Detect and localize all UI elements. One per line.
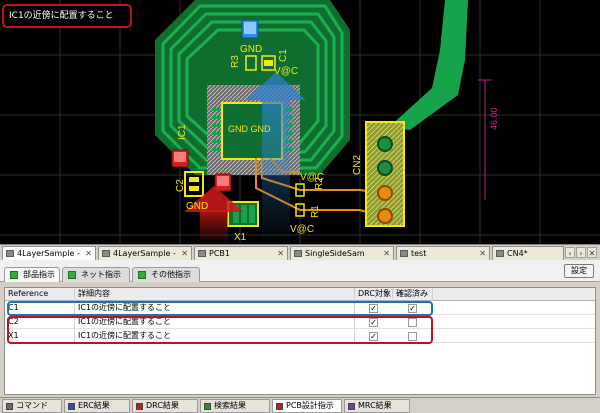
label-gnd-bottom: GND	[186, 201, 208, 212]
tab-close-button[interactable]: ✕	[587, 247, 597, 258]
tab-parts-instruction[interactable]: 部品指示	[4, 267, 60, 282]
drc-checkbox[interactable]	[369, 318, 378, 327]
doc-tab-cn4[interactable]: CN4*	[492, 246, 564, 260]
tab-command[interactable]: コマンド	[2, 399, 62, 413]
drc-icon	[136, 403, 143, 410]
cn2-pin-4	[377, 208, 393, 224]
close-icon[interactable]: ✕	[277, 247, 284, 260]
label-c2: C2	[175, 179, 186, 192]
label-cn2: CN2	[352, 155, 363, 175]
document-tab-bar: 4LayerSample - ✕ 4LayerSample - ✕ PCB1 ✕…	[0, 244, 600, 260]
table-row[interactable]: C1 IC1の近傍に配置すること	[5, 302, 595, 315]
output-panel-tabs: コマンド ERC結果 DRC結果 検索結果 PCB設計指示 MRC結果	[0, 397, 600, 413]
doc-tab-singlesidesample[interactable]: SingleSideSam ✕	[290, 246, 394, 260]
table-row[interactable]: X1 IC1の近傍に配置すること	[5, 330, 595, 343]
close-icon[interactable]: ✕	[479, 247, 486, 260]
pcb-drawing: GND R3 C1 V@C IC1 GND GND CN2 C2 V@C R2 …	[0, 0, 600, 244]
pcb-doc-icon	[6, 250, 14, 257]
label-vcc-bottom: V@C	[290, 224, 314, 235]
cn2-pin-3	[377, 185, 393, 201]
cn2-pin-2	[377, 160, 393, 176]
search-icon	[204, 403, 211, 410]
label-ic1: IC1	[177, 124, 188, 140]
instruction-table: Reference 詳細内容 DRC対象 確認済み C1 IC1の近傍に配置する…	[4, 287, 596, 395]
instruction-callout: IC1の近傍に配置すること	[2, 4, 132, 28]
tab-search-result[interactable]: 検索結果	[200, 399, 270, 413]
label-c1: C1	[278, 49, 289, 62]
col-reference[interactable]: Reference	[5, 288, 75, 301]
red-indicator-arrow	[200, 210, 228, 244]
doc-tab-pcb1[interactable]: PCB1 ✕	[194, 246, 288, 260]
parts-icon	[10, 271, 18, 279]
cell-reference: C1	[5, 302, 75, 315]
tab-other-instruction[interactable]: その他指示	[132, 267, 200, 282]
tab-pcb-design-instruction[interactable]: PCB設計指示	[272, 399, 342, 413]
label-r2: R2	[314, 177, 325, 190]
drc-checkbox[interactable]	[369, 332, 378, 341]
close-icon[interactable]: ✕	[85, 247, 92, 260]
cell-reference: C2	[5, 316, 75, 329]
net-icon	[68, 271, 76, 279]
c2-footprint	[184, 171, 204, 197]
label-dimension: 46.00	[489, 107, 499, 130]
close-icon[interactable]: ✕	[383, 247, 390, 260]
table-header: Reference 詳細内容 DRC対象 確認済み	[5, 288, 595, 301]
tab-erc-result[interactable]: ERC結果	[64, 399, 130, 413]
doc-tab-test[interactable]: test ✕	[396, 246, 490, 260]
doc-tab-4layersample-2[interactable]: 4LayerSample - ✕	[98, 246, 192, 260]
close-icon[interactable]: ✕	[181, 247, 188, 260]
label-r3: R3	[230, 55, 241, 68]
cell-detail: IC1の近傍に配置すること	[75, 330, 355, 343]
tab-net-instruction[interactable]: ネット指示	[62, 267, 130, 282]
label-r1: R1	[310, 205, 321, 218]
other-icon	[138, 271, 146, 279]
cell-reference: X1	[5, 330, 75, 343]
label-gnd-top: GND	[240, 44, 262, 55]
pcb-doc-icon	[294, 250, 302, 257]
pcb-doc-icon	[102, 250, 110, 257]
pcb-doc-icon	[400, 250, 408, 257]
confirmed-checkbox[interactable]	[408, 318, 417, 327]
setting-button[interactable]: 設定	[564, 264, 594, 278]
pcb-doc-icon	[496, 250, 504, 257]
cn2-pin-1	[377, 136, 393, 152]
label-gnd-center: GND GND	[228, 124, 271, 134]
col-drc[interactable]: DRC対象	[355, 288, 393, 301]
confirmed-checkbox[interactable]	[408, 332, 417, 341]
power-trace	[388, 0, 468, 130]
cell-detail: IC1の近傍に配置すること	[75, 316, 355, 329]
pcb-doc-icon	[198, 250, 206, 257]
command-icon	[6, 403, 13, 410]
label-x1: X1	[234, 232, 247, 243]
col-confirmed[interactable]: 確認済み	[393, 288, 433, 301]
col-detail[interactable]: 詳細内容	[75, 288, 355, 301]
tab-scroll-right-button[interactable]: ›	[576, 247, 586, 258]
table-row[interactable]: C2 IC1の近傍に配置すること	[5, 316, 595, 329]
label-vcc-top: V@C	[274, 66, 298, 77]
erc-icon	[68, 403, 75, 410]
drc-checkbox[interactable]	[369, 304, 378, 313]
tab-mrc-result[interactable]: MRC結果	[344, 399, 410, 413]
mrc-icon	[348, 403, 355, 410]
blue-indicator-arrow	[262, 100, 290, 244]
tab-scroll-left-button[interactable]: ‹	[565, 247, 575, 258]
confirmed-checkbox[interactable]	[408, 304, 417, 313]
instruction-category-tabs: 部品指示 ネット指示 その他指示 設定	[0, 260, 600, 282]
tab-drc-result[interactable]: DRC結果	[132, 399, 198, 413]
cell-detail: IC1の近傍に配置すること	[75, 302, 355, 315]
pcb-canvas[interactable]: GND R3 C1 V@C IC1 GND GND CN2 C2 V@C R2 …	[0, 0, 600, 244]
doc-tab-4layersample-1[interactable]: 4LayerSample - ✕	[2, 246, 96, 260]
instruction-icon	[276, 403, 283, 410]
